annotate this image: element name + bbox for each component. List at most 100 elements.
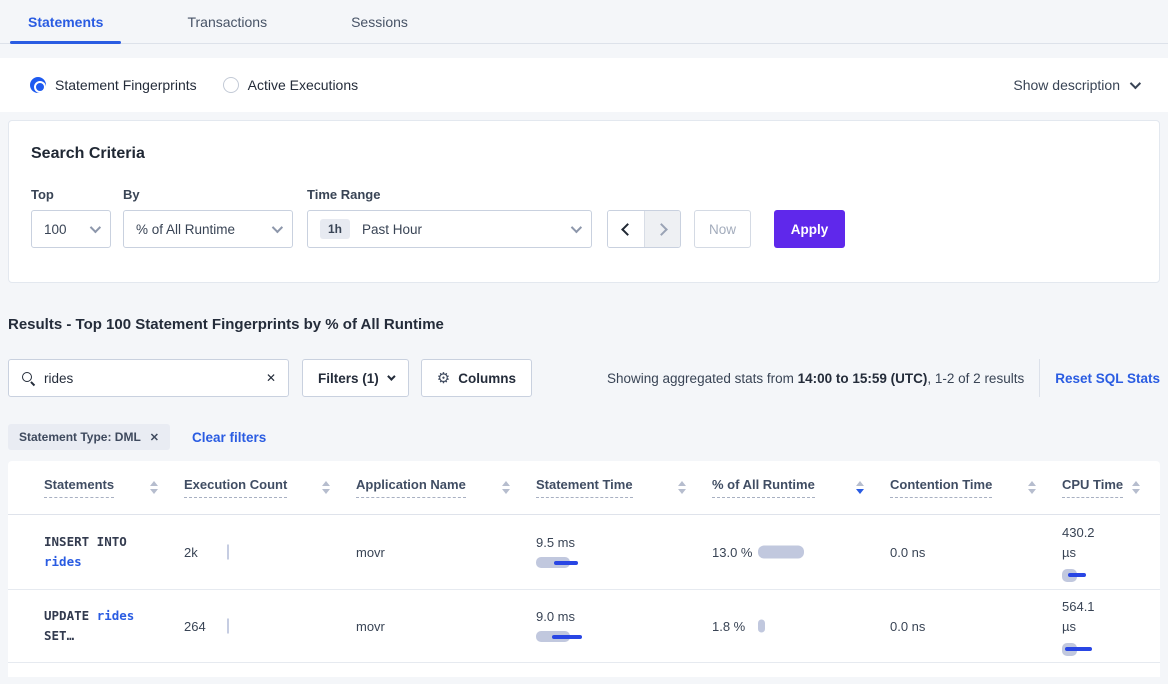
search-criteria-card: Search Criteria Top 100 By % of All Runt… bbox=[8, 120, 1160, 283]
column-header-label[interactable]: % of All Runtime bbox=[712, 477, 815, 498]
chevron-right-icon bbox=[655, 223, 668, 236]
view-toggle-band: Statement Fingerprints Active Executions… bbox=[0, 58, 1168, 112]
stddev-bar bbox=[1065, 647, 1092, 651]
statement-link[interactable]: rides bbox=[97, 608, 135, 623]
sql-suffix: SET… bbox=[44, 628, 74, 643]
sort-icon[interactable] bbox=[1132, 481, 1140, 494]
columns-button[interactable]: ⚙ Columns bbox=[421, 359, 532, 397]
search-icon bbox=[21, 371, 35, 385]
cpu-time-bar bbox=[1062, 643, 1132, 656]
column-header-cpu-time[interactable]: CPU Time bbox=[1062, 461, 1144, 514]
aggregated-stats-area: Showing aggregated stats from 14:00 to 1… bbox=[607, 359, 1160, 397]
pct-of-runtime-cell: 1.8 % bbox=[712, 590, 890, 662]
column-header-label[interactable]: Application Name bbox=[356, 477, 466, 498]
by-label: By bbox=[123, 187, 293, 202]
statement-time-value: 9.0 ms bbox=[536, 609, 712, 624]
radio-statement-fingerprints[interactable]: Statement Fingerprints bbox=[30, 77, 197, 93]
execution-count-bar bbox=[227, 545, 229, 560]
filter-chip-statement-type[interactable]: Statement Type: DML ✕ bbox=[8, 424, 170, 450]
tab-sessions-label: Sessions bbox=[351, 14, 408, 30]
stddev-bar bbox=[554, 561, 578, 565]
statement-time-cell: 9.0 ms bbox=[536, 609, 712, 643]
time-range-label: Time Range bbox=[307, 187, 592, 202]
time-range-field: Time Range 1h Past Hour bbox=[307, 187, 592, 248]
sort-icon[interactable] bbox=[150, 481, 158, 494]
show-description-toggle[interactable]: Show description bbox=[1013, 77, 1138, 93]
sort-icon[interactable] bbox=[502, 481, 510, 494]
results-heading: Results - Top 100 Statement Fingerprints… bbox=[8, 316, 1160, 333]
sort-icon[interactable] bbox=[678, 481, 686, 494]
column-header-statements[interactable]: Statements bbox=[44, 461, 184, 514]
top-select-value: 100 bbox=[44, 222, 67, 237]
previous-time-range-button[interactable] bbox=[608, 211, 644, 247]
table-header-row: Statements Execution Count Application N… bbox=[8, 461, 1160, 515]
top-select[interactable]: 100 bbox=[31, 210, 111, 248]
chevron-down-icon bbox=[1130, 78, 1141, 89]
apply-button[interactable]: Apply bbox=[774, 210, 845, 248]
sort-icon[interactable] bbox=[322, 481, 330, 494]
column-header-label[interactable]: Statement Time bbox=[536, 477, 633, 498]
contention-time-cell: 0.0 ns bbox=[890, 619, 1062, 634]
radio-statement-fingerprints-label: Statement Fingerprints bbox=[55, 77, 197, 93]
filters-button-label: Filters (1) bbox=[318, 371, 379, 386]
reset-sql-stats-link[interactable]: Reset SQL Stats bbox=[1055, 371, 1160, 386]
search-criteria-title: Search Criteria bbox=[31, 145, 1137, 163]
now-button[interactable]: Now bbox=[694, 210, 751, 248]
cpu-time-bar bbox=[1062, 569, 1132, 582]
tab-statements-label: Statements bbox=[28, 14, 103, 30]
clear-filters-link[interactable]: Clear filters bbox=[192, 430, 266, 445]
sort-icon[interactable] bbox=[1028, 481, 1036, 494]
radio-selected-icon[interactable] bbox=[30, 77, 46, 93]
contention-time-cell: 0.0 ns bbox=[890, 545, 1062, 560]
column-header-execution-count[interactable]: Execution Count bbox=[184, 461, 356, 514]
cpu-time-value: 564.1 µs bbox=[1062, 597, 1110, 637]
chevron-down-icon bbox=[272, 222, 283, 233]
clear-search-icon[interactable]: ✕ bbox=[266, 371, 276, 385]
radio-active-executions[interactable]: Active Executions bbox=[223, 77, 359, 93]
columns-button-label: Columns bbox=[458, 371, 516, 386]
statement-time-value: 9.5 ms bbox=[536, 535, 712, 550]
sql-keyword: INSERT INTO bbox=[44, 534, 127, 549]
chevron-left-icon bbox=[621, 223, 634, 236]
column-header-application-name[interactable]: Application Name bbox=[356, 461, 536, 514]
application-name-cell: movr bbox=[356, 545, 536, 560]
by-select[interactable]: % of All Runtime bbox=[123, 210, 293, 248]
column-header-contention-time[interactable]: Contention Time bbox=[890, 461, 1062, 514]
remove-filter-icon[interactable]: ✕ bbox=[150, 431, 159, 444]
pct-of-runtime-value: 1.8 % bbox=[712, 617, 745, 636]
column-header-label[interactable]: CPU Time bbox=[1062, 477, 1123, 498]
column-header-pct-of-all-runtime[interactable]: % of All Runtime bbox=[712, 461, 890, 514]
execution-count-value: 264 bbox=[184, 619, 206, 634]
time-range-select[interactable]: 1h Past Hour bbox=[307, 210, 592, 248]
stddev-bar bbox=[552, 635, 582, 639]
time-range-arrows bbox=[607, 210, 681, 248]
column-header-label[interactable]: Statements bbox=[44, 477, 114, 498]
chevron-down-icon bbox=[90, 222, 101, 233]
vertical-divider bbox=[1039, 359, 1040, 397]
table-row[interactable]: INSERT INTO rides 2k movr 9.5 ms 13.0 % … bbox=[8, 515, 1160, 590]
statement-time-bar bbox=[536, 630, 606, 643]
next-time-range-button[interactable] bbox=[644, 211, 680, 247]
column-header-label[interactable]: Contention Time bbox=[890, 477, 992, 498]
gear-icon: ⚙ bbox=[437, 369, 450, 387]
time-range-value: Past Hour bbox=[362, 222, 422, 237]
tab-transactions[interactable]: Transactions bbox=[169, 0, 285, 43]
pct-of-runtime-cell: 13.0 % bbox=[712, 515, 890, 589]
statement-link[interactable]: rides bbox=[44, 554, 82, 569]
application-name-cell: movr bbox=[356, 619, 536, 634]
column-header-label[interactable]: Execution Count bbox=[184, 477, 287, 498]
search-input[interactable] bbox=[44, 371, 266, 386]
radio-unselected-icon[interactable] bbox=[223, 77, 239, 93]
execution-count-bar bbox=[227, 619, 229, 634]
radio-active-executions-label: Active Executions bbox=[248, 77, 359, 93]
tab-sessions[interactable]: Sessions bbox=[333, 0, 426, 43]
statement-search-box[interactable]: ✕ bbox=[8, 359, 289, 397]
cpu-time-cell: 564.1 µs bbox=[1062, 597, 1144, 656]
tab-statements[interactable]: Statements bbox=[10, 0, 121, 43]
top-label: Top bbox=[31, 187, 111, 202]
sort-icon-active-desc[interactable] bbox=[856, 481, 864, 494]
table-row[interactable]: UPDATE rides SET… 264 movr 9.0 ms 1.8 % … bbox=[8, 590, 1160, 663]
filters-button[interactable]: Filters (1) bbox=[302, 359, 409, 397]
statement-fingerprint-cell: UPDATE rides SET… bbox=[44, 606, 184, 646]
column-header-statement-time[interactable]: Statement Time bbox=[536, 461, 712, 514]
